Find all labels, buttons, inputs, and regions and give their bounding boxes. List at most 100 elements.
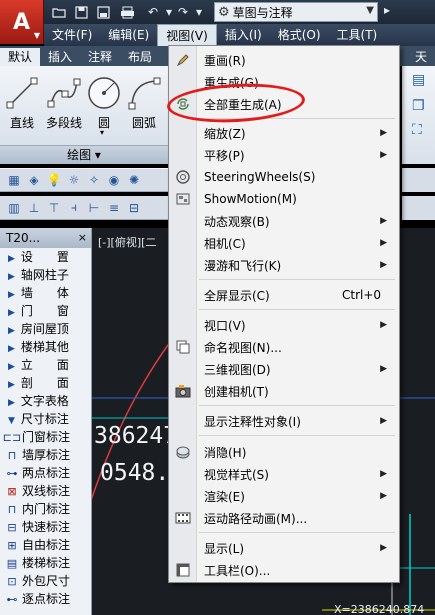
submenu-arrow-icon: ▶ <box>380 260 387 270</box>
t20-sub-quick-dim[interactable]: ⊟ 快速标注 <box>0 518 91 536</box>
column-icon[interactable]: ⊤ <box>46 200 62 216</box>
t20-item-label: 文字表格 <box>20 394 69 408</box>
circle-icon <box>82 72 126 114</box>
t20-item-label: 尺寸标注 <box>20 412 69 426</box>
stretch-icon[interactable]: ⛶ <box>412 122 430 138</box>
t20-sub-label: 快速标注 <box>22 520 71 534</box>
grid-icon[interactable]: ▥ <box>6 200 22 216</box>
menu-separator <box>199 405 395 406</box>
menu-item-label: 渲染(E) <box>204 489 245 504</box>
sun-icon[interactable]: ✺ <box>126 172 142 188</box>
menu-item-display[interactable]: 显示(L) ▶ <box>169 537 399 559</box>
save-as-icon[interactable] <box>94 3 112 21</box>
menu-item-viewports[interactable]: 视口(V) ▶ <box>169 314 399 336</box>
menu-format[interactable]: 格式(O) <box>270 24 329 46</box>
viewport-label[interactable]: [-][俯视][二 <box>98 234 156 250</box>
t20-item-label: 轴网柱子 <box>20 268 69 282</box>
menu-item-camera[interactable]: 相机(C) ▶ <box>169 232 399 254</box>
quick-access-more[interactable]: ▸ <box>384 3 390 17</box>
menu-item-fullscreen[interactable]: 全屏显示(C) Ctrl+0 <box>169 284 399 306</box>
wall-icon[interactable]: ⫞ <box>66 200 82 216</box>
t20-item-door-window[interactable]: ▶ 门 窗 <box>0 302 91 320</box>
menu-insert[interactable]: 插入(I) <box>217 24 270 46</box>
menu-item-steeringwheels[interactable]: SteeringWheels(S) <box>169 166 399 188</box>
axis-icon[interactable]: ⊥ <box>26 200 42 216</box>
menu-edit[interactable]: 编辑(E) <box>100 24 157 46</box>
t20-sub-stair-dim[interactable]: ▤ 楼梯标注 <box>0 554 91 572</box>
t20-palette-header[interactable]: T20... × <box>0 228 91 248</box>
menu-item-zoom[interactable]: 缩放(Z) ▶ <box>169 122 399 144</box>
menu-item-pan[interactable]: 平移(P) ▶ <box>169 144 399 166</box>
t20-sub-wall-thickness-dim[interactable]: ⊓ 墙厚标注 <box>0 446 91 464</box>
open-folder-icon[interactable] <box>50 3 68 21</box>
application-menu-button[interactable]: A ▼ <box>0 0 44 44</box>
menu-view[interactable]: 视图(V) <box>157 24 217 46</box>
t20-item-label: 门 窗 <box>20 304 69 318</box>
tab-default[interactable]: 默认 <box>0 48 41 66</box>
break-icon[interactable]: ⊟ <box>126 200 142 216</box>
layer-state-icon[interactable]: ◈ <box>26 172 42 188</box>
close-icon[interactable]: × <box>78 228 87 248</box>
t20-sub-outer-dim[interactable]: ⊡ 外包尺寸 <box>0 572 91 590</box>
menu-item-annotative-objects[interactable]: 显示注释性对象(I) ▶ <box>169 410 399 432</box>
t20-sub-door-window-dim[interactable]: ⊏⊐门窗标注 <box>0 428 91 446</box>
save-icon[interactable] <box>72 3 90 21</box>
menu-item-create-camera[interactable]: 创建相机(T) <box>169 380 399 402</box>
print-icon[interactable] <box>118 3 136 21</box>
menu-file[interactable]: 文件(F) <box>44 24 100 46</box>
inner-door-dim-icon: ⊓ <box>7 503 17 516</box>
lightbulb-on-icon[interactable]: ✧ <box>86 172 102 188</box>
chevron-down-icon: ▼ <box>366 5 374 16</box>
t20-sub-two-point-dim[interactable]: ⊶ 两点标注 <box>0 464 91 482</box>
toolbar-icon <box>174 561 192 579</box>
menu-tools[interactable]: 工具(T) <box>329 24 386 46</box>
t20-item-settings[interactable]: ▶ 设 置 <box>0 248 91 266</box>
modify-icon[interactable]: ▤ <box>412 72 430 88</box>
t20-sub-point-by-point-dim[interactable]: ⊷ 逐点标注 <box>0 590 91 608</box>
door-icon[interactable]: ⊢ <box>86 200 102 216</box>
tab-annotate[interactable]: 注释 <box>80 48 120 66</box>
circle-tool[interactable]: 圆 ▾ <box>82 72 126 137</box>
tab-insert[interactable]: 插入 <box>40 48 80 66</box>
menu-item-render[interactable]: 渲染(E) ▶ <box>169 485 399 507</box>
lightbulb-icon[interactable]: 💡 <box>46 172 62 188</box>
t20-item-axis-column[interactable]: ▶ 轴网柱子 <box>0 266 91 284</box>
layer-toolbar: ▦ ◈ 💡 ☼ ✧ ◉ ✺ <box>0 168 170 192</box>
t20-item-section[interactable]: ▶ 剖 面 <box>0 374 91 392</box>
t20-sub-free-dim[interactable]: ⊞ 自由标注 <box>0 536 91 554</box>
lock-icon[interactable]: ◉ <box>106 172 122 188</box>
t20-item-dimension[interactable]: ▼ 尺寸标注 <box>0 410 91 428</box>
menu-item-walk-fly[interactable]: 漫游和飞行(K) ▶ <box>169 254 399 276</box>
t20-item-text-table[interactable]: ▶ 文字表格 <box>0 392 91 410</box>
menu-item-redraw[interactable]: 重画(R) <box>169 49 399 71</box>
menu-item-motion-path[interactable]: 运动路径动画(M)... <box>169 507 399 529</box>
menu-item-showmotion[interactable]: ShowMotion(M) <box>169 188 399 210</box>
draw-panel-title[interactable]: 绘图 ▾ <box>0 146 168 164</box>
t20-item-stairs[interactable]: ▶ 楼梯其他 <box>0 338 91 356</box>
layer-manager-icon[interactable]: ▦ <box>6 172 22 188</box>
align-icon[interactable]: ≡ <box>106 200 122 216</box>
freeze-icon[interactable]: ☼ <box>66 172 82 188</box>
t20-item-elevation[interactable]: ▶ 立 面 <box>0 356 91 374</box>
menu-item-orbit[interactable]: 动态观察(B) ▶ <box>169 210 399 232</box>
workspace-select[interactable]: ⚙ 草图与注释 ▼ <box>214 2 378 22</box>
t20-item-wall[interactable]: ▶ 墙 体 <box>0 284 91 302</box>
menu-item-label: 工具栏(O)... <box>204 563 271 578</box>
menu-item-named-views[interactable]: 命名视图(N)... <box>169 336 399 358</box>
arc-tool[interactable]: 圆弧 <box>122 72 166 131</box>
t20-item-room-roof[interactable]: ▶ 房间屋顶 <box>0 320 91 338</box>
copy-icon[interactable]: ❐ <box>412 98 430 114</box>
two-point-dim-icon: ⊶ <box>6 467 18 480</box>
tab-tianzheng[interactable]: 天 <box>407 48 435 66</box>
t20-sub-inner-door-dim[interactable]: ⊓ 内门标注 <box>0 500 91 518</box>
line-tool[interactable]: 直线 <box>0 72 44 131</box>
redo-dropdown-icon[interactable]: ▾ <box>190 3 208 21</box>
tab-layout[interactable]: 布局 <box>120 48 160 66</box>
arc-icon <box>122 72 166 114</box>
polyline-tool[interactable]: 多段线 <box>42 72 86 131</box>
t20-sub-double-line-dim[interactable]: ⊠ 双线标注 <box>0 482 91 500</box>
menu-item-visual-styles[interactable]: 视觉样式(S) ▶ <box>169 463 399 485</box>
menu-item-3d-views[interactable]: 三维视图(D) ▶ <box>169 358 399 380</box>
menu-item-hide[interactable]: 消隐(H) <box>169 441 399 463</box>
menu-item-toolbars[interactable]: 工具栏(O)... <box>169 559 399 581</box>
